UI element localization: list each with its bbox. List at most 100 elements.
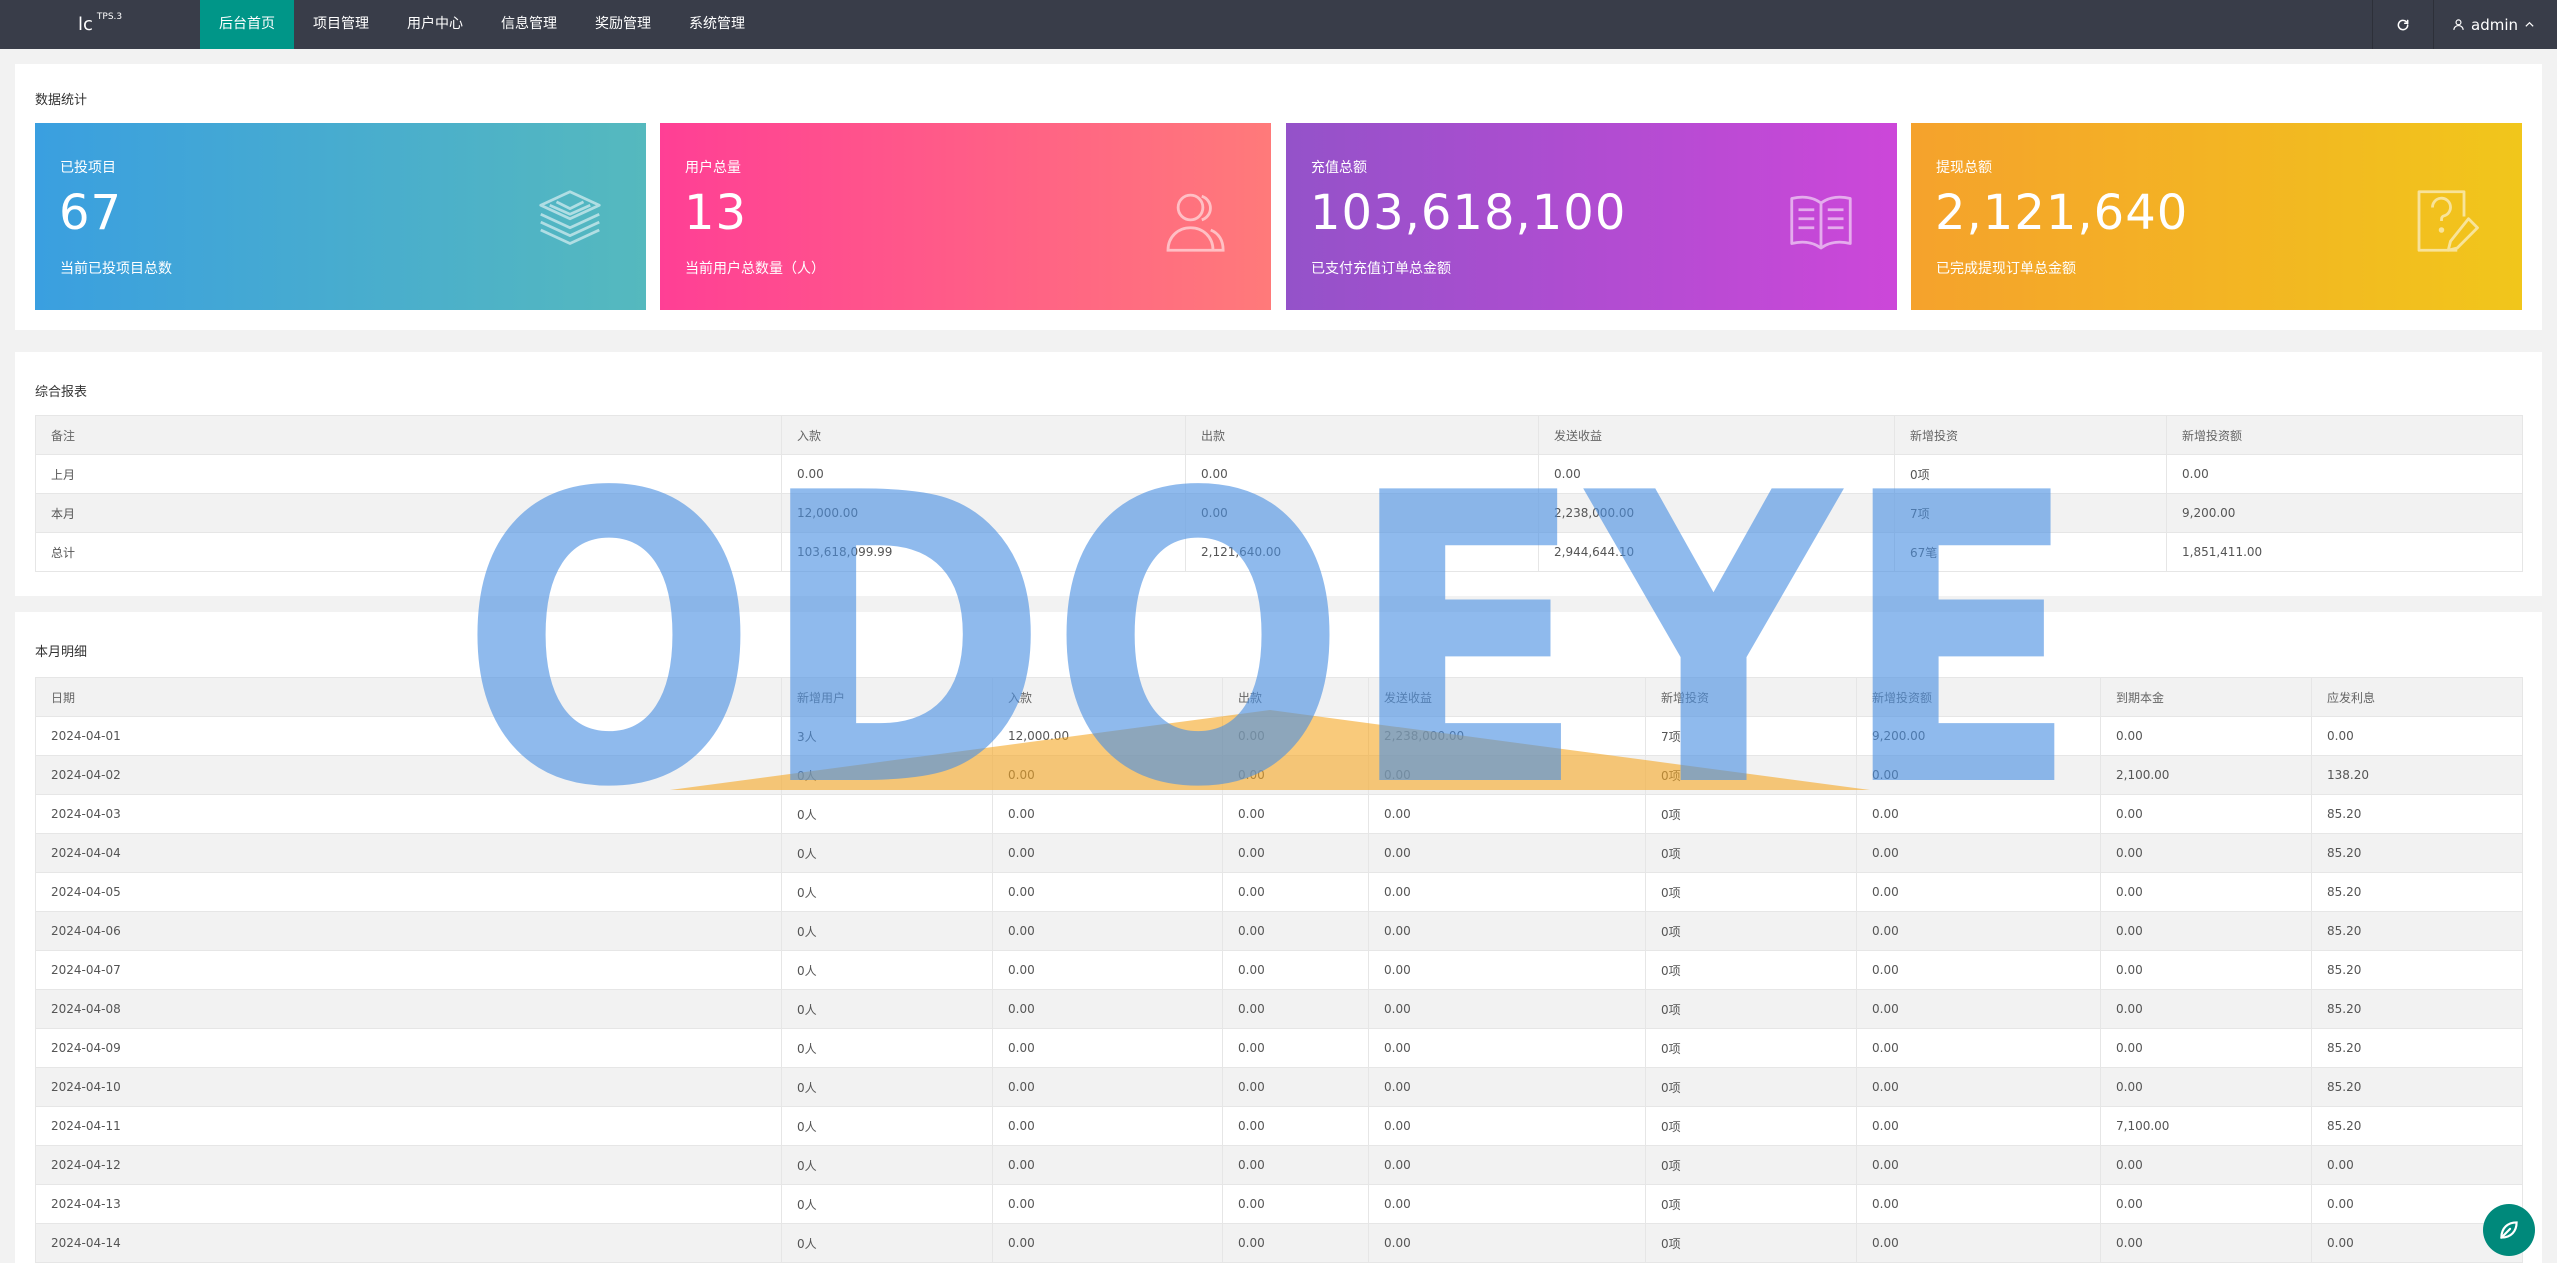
- table-cell: 0.00: [1222, 1067, 1369, 1107]
- table-cell: 1,851,411.00: [2166, 532, 2523, 572]
- table-cell: 0项: [1645, 911, 1857, 951]
- table-cell: 0.00: [2100, 1067, 2312, 1107]
- table-cell: 2024-04-04: [35, 833, 782, 873]
- table-cell: 138.20: [2311, 755, 2523, 795]
- table-header-row: 日期 新增用户 入款 出款 发送收益 新增投资 新增投资额 到期本金 应发利息: [35, 677, 2523, 717]
- nav-item-home[interactable]: 后台首页: [200, 0, 294, 49]
- table-row: 2024-04-13 0人 0.00 0.00 0.00 0项 0.00 0.00 0.00: [35, 1184, 2523, 1224]
- table-row: 2024-04-03 0人 0.00 0.00 0.00 0项 0.00 0.00 85.20: [35, 794, 2523, 834]
- table-cell: 0.00: [2311, 716, 2523, 756]
- monthly-title: 本月明细: [35, 645, 88, 660]
- table-cell: 7项: [1645, 716, 1857, 756]
- nav-item-system[interactable]: 系统管理: [670, 0, 764, 49]
- table-row: 上月 0.00 0.00 0.00 0项 0.00: [35, 454, 2523, 494]
- table-cell: 3人: [781, 716, 993, 756]
- table-cell: 0.00: [1222, 716, 1369, 756]
- table-cell: 2,100.00: [2100, 755, 2312, 795]
- table-cell: 0.00: [1538, 454, 1895, 494]
- table-cell: 0人: [781, 1145, 993, 1185]
- table-cell: 0.00: [1368, 911, 1646, 951]
- table-cell: 0.00: [1368, 872, 1646, 912]
- table-cell: 85.20: [2311, 1028, 2523, 1068]
- table-cell: 12,000.00: [992, 716, 1223, 756]
- table-cell: 0.00: [1222, 1184, 1369, 1224]
- table-cell: 2024-04-02: [35, 755, 782, 795]
- table-cell: 0.00: [2100, 833, 2312, 873]
- table-cell: 本月: [35, 493, 782, 533]
- table-cell: 0.00: [2100, 1184, 2312, 1224]
- floating-action-button[interactable]: [2483, 1204, 2535, 1256]
- user-name: admin: [2471, 15, 2518, 34]
- table-cell: 2024-04-14: [35, 1223, 782, 1263]
- table-cell: 2024-04-03: [35, 794, 782, 834]
- nav-item-info[interactable]: 信息管理: [482, 0, 576, 49]
- table-cell: 0.00: [2311, 1145, 2523, 1185]
- table-cell: 0.00: [992, 1028, 1223, 1068]
- table-cell: 2024-04-10: [35, 1067, 782, 1107]
- table-cell: 0.00: [992, 1145, 1223, 1185]
- table-cell: 0人: [781, 1223, 993, 1263]
- column-header: 入款: [992, 677, 1223, 717]
- column-header: 到期本金: [2100, 677, 2312, 717]
- table-cell: 0.00: [1856, 911, 2101, 951]
- table-cell: 0.00: [2100, 1223, 2312, 1263]
- user-menu[interactable]: admin: [2433, 0, 2557, 49]
- table-cell: 0项: [1894, 454, 2167, 494]
- table-cell: 0.00: [1856, 1184, 2101, 1224]
- table-cell: 0项: [1645, 950, 1857, 990]
- app-logo[interactable]: lc TPS.3: [78, 12, 122, 35]
- table-cell: 0.00: [1856, 833, 2101, 873]
- nav-item-projects[interactable]: 项目管理: [294, 0, 388, 49]
- table-cell: 0.00: [1368, 950, 1646, 990]
- stat-value: 13: [684, 185, 748, 241]
- column-header: 发送收益: [1538, 415, 1895, 455]
- refresh-button[interactable]: [2372, 0, 2433, 49]
- table-cell: 0人: [781, 794, 993, 834]
- table-row: 2024-04-07 0人 0.00 0.00 0.00 0项 0.00 0.00 85.20: [35, 950, 2523, 990]
- table-row: 2024-04-12 0人 0.00 0.00 0.00 0项 0.00 0.00 0.00: [35, 1145, 2523, 1185]
- stat-desc: 已支付充值订单总金额: [1311, 261, 1451, 277]
- table-cell: 0.00: [2100, 1028, 2312, 1068]
- table-cell: 0.00: [992, 833, 1223, 873]
- table-cell: 0项: [1645, 1184, 1857, 1224]
- table-cell: 9,200.00: [1856, 716, 2101, 756]
- table-cell: 总计: [35, 532, 782, 572]
- table-cell: 0.00: [992, 911, 1223, 951]
- table-cell: 0.00: [1185, 454, 1539, 494]
- nav-item-rewards[interactable]: 奖励管理: [576, 0, 670, 49]
- layers-icon: [539, 190, 601, 245]
- table-header-row: 备注 入款 出款 发送收益 新增投资 新增投资额: [35, 415, 2523, 455]
- table-cell: 0.00: [992, 950, 1223, 990]
- table-row: 2024-04-06 0人 0.00 0.00 0.00 0项 0.00 0.00 85.20: [35, 911, 2523, 951]
- table-cell: 0.00: [2100, 872, 2312, 912]
- column-header: 入款: [781, 415, 1186, 455]
- refresh-icon: [2397, 19, 2409, 30]
- table-row: 总计 103,618,099.99 2,121,640.00 2,944,644.10…: [35, 532, 2523, 572]
- table-cell: 0项: [1645, 1028, 1857, 1068]
- table-cell: 2024-04-13: [35, 1184, 782, 1224]
- column-header: 发送收益: [1368, 677, 1646, 717]
- table-cell: 0.00: [2100, 716, 2312, 756]
- stat-value: 2,121,640: [1935, 185, 2189, 241]
- table-cell: 0.00: [1222, 794, 1369, 834]
- table-cell: 0人: [781, 989, 993, 1029]
- table-cell: 85.20: [2311, 872, 2523, 912]
- table-cell: 2024-04-11: [35, 1106, 782, 1146]
- table-cell: 0.00: [992, 989, 1223, 1029]
- monthly-table-body: 2024-04-01 3人 12,000.00 0.00 2,238,000.00 7项 9…: [35, 716, 2523, 1263]
- table-cell: 85.20: [2311, 1106, 2523, 1146]
- user-icon: [2453, 19, 2464, 30]
- column-header: 新增投资额: [1856, 677, 2101, 717]
- table-cell: 0项: [1645, 989, 1857, 1029]
- leaf-icon: [2500, 1221, 2518, 1239]
- monthly-table: 日期 新增用户 入款 出款 发送收益 新增投资 新增投资额 到期本金 应发利息 …: [35, 677, 2523, 1263]
- column-header: 应发利息: [2311, 677, 2523, 717]
- nav-item-users[interactable]: 用户中心: [388, 0, 482, 49]
- table-cell: 0.00: [992, 1067, 1223, 1107]
- table-cell: 0.00: [1856, 1028, 2101, 1068]
- column-header: 新增用户: [781, 677, 993, 717]
- table-cell: 0.00: [1856, 1223, 2101, 1263]
- column-header: 新增投资额: [2166, 415, 2523, 455]
- table-cell: 7,100.00: [2100, 1106, 2312, 1146]
- table-cell: 2024-04-09: [35, 1028, 782, 1068]
